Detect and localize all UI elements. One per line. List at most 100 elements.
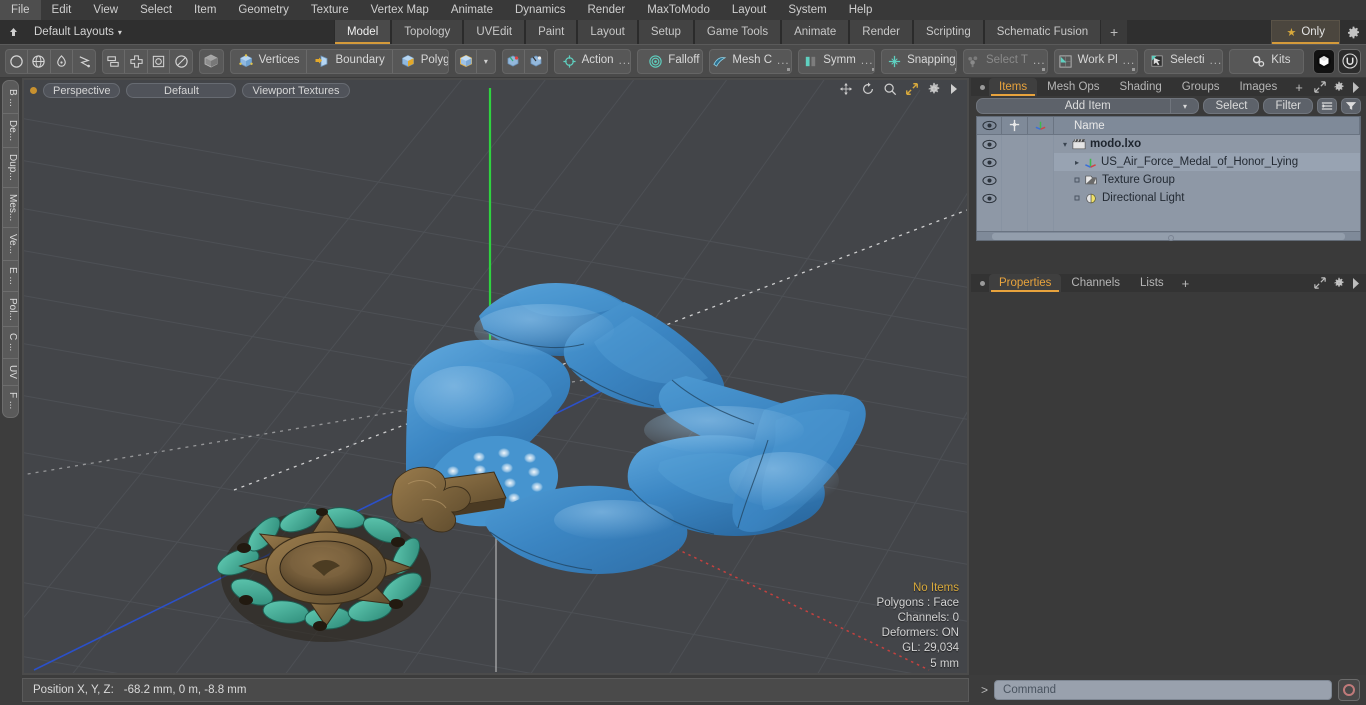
cube-axis-red-icon[interactable] xyxy=(503,49,526,73)
left-tab-duplicate[interactable]: Dup... xyxy=(3,148,18,188)
selection-mode-vertices[interactable]: Vertices xyxy=(231,49,308,73)
panel-tab-lists[interactable]: Lists xyxy=(1130,274,1174,292)
menu-item-view[interactable]: View xyxy=(82,0,129,20)
only-button[interactable]: ★ Only xyxy=(1271,20,1340,44)
falloff-dropdown[interactable]: Falloff xyxy=(638,50,702,73)
cube-axis-white-icon[interactable] xyxy=(525,50,547,73)
arrow-right-icon[interactable] xyxy=(1352,277,1360,289)
menu-item-layout[interactable]: Layout xyxy=(721,0,778,20)
unreal-badge-icon[interactable] xyxy=(1338,48,1361,74)
selection-mode-boundary[interactable]: Boundary xyxy=(307,49,393,73)
tab-layout[interactable]: Layout xyxy=(577,20,638,44)
left-tab-command[interactable]: C ... xyxy=(3,327,18,359)
menu-item-maxtomodo[interactable]: MaxToModo xyxy=(636,0,721,20)
menu-item-system[interactable]: System xyxy=(777,0,837,20)
menu-item-dynamics[interactable]: Dynamics xyxy=(504,0,576,20)
circle-icon[interactable] xyxy=(6,49,29,73)
left-tab-deform[interactable]: De... xyxy=(3,114,18,148)
left-tab-vertex[interactable]: Ve... xyxy=(3,228,18,261)
menu-item-file[interactable]: File xyxy=(0,0,41,20)
select-button[interactable]: Select xyxy=(1203,98,1260,114)
table-row[interactable]: Directional Light xyxy=(1054,189,1360,207)
menu-item-select[interactable]: Select xyxy=(129,0,183,20)
panel-tab-items[interactable]: Items xyxy=(989,78,1038,96)
stack-icon[interactable] xyxy=(103,49,126,73)
add-item-button[interactable]: Add Item ▾ xyxy=(976,98,1200,114)
tab-topology[interactable]: Topology xyxy=(391,20,464,44)
table-row[interactable]: ▾ modo.lxo xyxy=(1054,135,1360,153)
tree-toggle-icon[interactable]: ▸ xyxy=(1070,158,1084,167)
row-eye-toggle[interactable] xyxy=(977,153,1001,171)
tab-model[interactable]: Model xyxy=(333,20,392,44)
pan-icon[interactable] xyxy=(839,82,853,96)
expand-arrow-icon[interactable] xyxy=(949,83,959,95)
home-arrow-icon[interactable] xyxy=(0,20,26,44)
items-list-horizontal-scrollbar[interactable] xyxy=(977,231,1360,241)
tab-scripting[interactable]: Scripting xyxy=(912,20,984,44)
left-tab-uv[interactable]: UV xyxy=(3,359,18,386)
circle-slash-icon[interactable] xyxy=(170,50,192,73)
rotate-icon[interactable] xyxy=(861,82,875,96)
workplane-dropdown[interactable]: Work Pl ... xyxy=(1055,50,1137,73)
list-view-icon[interactable] xyxy=(1317,98,1337,114)
menu-item-texture[interactable]: Texture xyxy=(300,0,360,20)
menu-item-edit[interactable]: Edit xyxy=(41,0,83,20)
cube-item-icon[interactable] xyxy=(456,49,477,73)
cube-icon[interactable] xyxy=(200,50,222,73)
panel-tab-channels[interactable]: Channels xyxy=(1061,274,1130,292)
filter-button[interactable]: Filter xyxy=(1263,98,1313,114)
expand-icon[interactable] xyxy=(1314,277,1326,289)
tab-animate[interactable]: Animate xyxy=(781,20,850,44)
viewport-textures-pill[interactable]: Viewport Textures xyxy=(242,82,350,98)
selection-mode-polygons[interactable]: Polygons xyxy=(393,50,448,73)
curve-icon[interactable] xyxy=(73,50,95,73)
panel-add-tab-button[interactable]: + xyxy=(1287,78,1311,96)
panel-tab-images[interactable]: Images xyxy=(1229,78,1287,96)
action-center-dropdown[interactable]: Action ... xyxy=(555,50,630,73)
left-tab-polygon[interactable]: Pol... xyxy=(3,292,18,328)
cross-frame-icon[interactable] xyxy=(125,49,148,73)
arrow-right-icon[interactable] xyxy=(1352,81,1360,93)
tab-schematic-fusion[interactable]: Schematic Fusion xyxy=(983,20,1102,44)
layout-selector[interactable]: Default Layouts ▾ xyxy=(26,20,130,44)
gear-icon[interactable] xyxy=(1340,20,1366,44)
menu-item-animate[interactable]: Animate xyxy=(440,0,504,20)
table-row[interactable]: ▸ US_Air_Force_Medal_of_Honor_Lying xyxy=(1054,153,1360,171)
perspective-viewport[interactable]: Y X Z Perspective Default Viewport Textu… xyxy=(24,80,967,673)
viewport-settings-icon[interactable] xyxy=(927,82,941,96)
modo-badge-icon[interactable] xyxy=(1312,48,1336,74)
items-list[interactable]: Name ▾ modo.lxo ▸ US_Air_Force_Medal_of_… xyxy=(976,116,1361,241)
kits-dropdown[interactable]: Kits xyxy=(1230,50,1303,73)
menu-item-render[interactable]: Render xyxy=(576,0,636,20)
selection-sets-dropdown[interactable]: Selecti ... xyxy=(1145,50,1222,73)
properties-add-tab-button[interactable]: + xyxy=(1174,274,1198,292)
menu-item-geometry[interactable]: Geometry xyxy=(227,0,300,20)
row-eye-toggle[interactable] xyxy=(977,189,1001,207)
zoom-icon[interactable] xyxy=(883,82,897,96)
viewport-shading-pill[interactable]: Default xyxy=(126,82,237,98)
row-eye-toggle[interactable] xyxy=(977,171,1001,189)
globe-icon[interactable] xyxy=(28,49,51,73)
mesh-constraint-dropdown[interactable]: Mesh C ... xyxy=(710,50,791,73)
add-item-dropdown[interactable]: ▾ xyxy=(1170,98,1198,114)
gear-icon[interactable] xyxy=(1333,81,1345,93)
add-tab-button[interactable]: + xyxy=(1101,20,1128,44)
gear-icon[interactable] xyxy=(1333,277,1345,289)
pen-icon[interactable] xyxy=(51,49,73,73)
tab-setup[interactable]: Setup xyxy=(637,20,694,44)
tree-toggle-icon[interactable]: ▾ xyxy=(1058,140,1072,149)
left-tab-fusion[interactable]: F ... xyxy=(3,386,18,415)
expand-icon[interactable] xyxy=(1314,81,1326,93)
left-tab-mesh-edit[interactable]: Mes... xyxy=(3,188,18,228)
scrollbar-thumb[interactable] xyxy=(992,232,1345,241)
left-tab-basic[interactable]: B ... xyxy=(3,83,18,114)
menu-item-item[interactable]: Item xyxy=(183,0,227,20)
fit-icon[interactable] xyxy=(905,82,919,96)
record-icon[interactable] xyxy=(1338,679,1360,701)
tab-uvedit[interactable]: UVEdit xyxy=(463,20,526,44)
tab-render[interactable]: Render xyxy=(849,20,913,44)
left-tab-edge[interactable]: E ... xyxy=(3,261,18,292)
table-row[interactable]: Texture Group xyxy=(1054,171,1360,189)
panel-tab-properties[interactable]: Properties xyxy=(989,274,1062,292)
tab-paint[interactable]: Paint xyxy=(525,20,578,44)
